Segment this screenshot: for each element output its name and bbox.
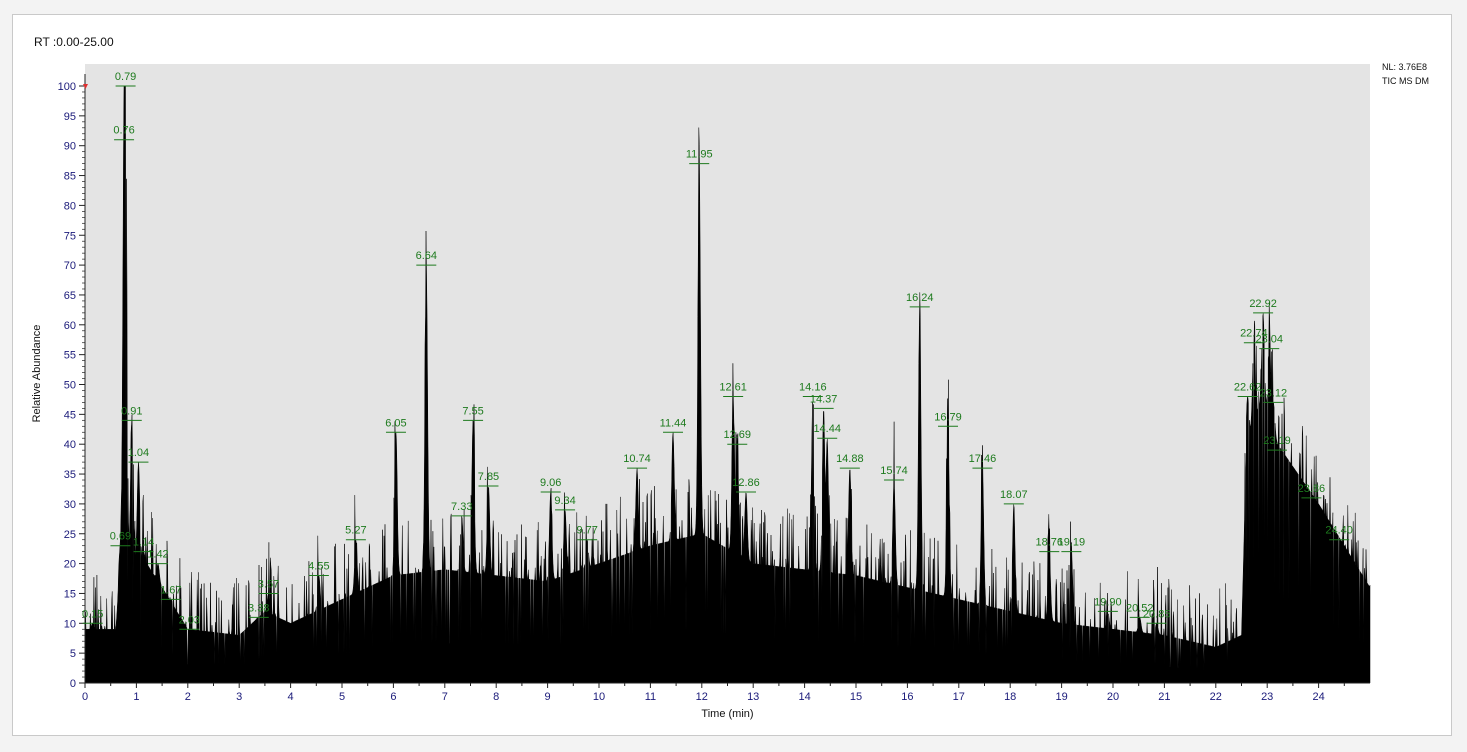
- x-tick-label: 6: [390, 691, 396, 703]
- y-tick-label: 100: [58, 81, 76, 93]
- peak-label: 1.67: [160, 584, 181, 596]
- y-tick-label: 90: [64, 141, 76, 153]
- x-tick-label: 12: [696, 691, 708, 703]
- peak-label: 16.79: [934, 411, 962, 423]
- peak-label: 23.12: [1260, 387, 1288, 399]
- y-tick-label: 70: [64, 260, 76, 272]
- y-tick-label: 50: [64, 380, 76, 392]
- chromatogram-chart: 0 1 2 3 4 5 6 7 8 9 10 11 12 13 14 15 16 17 18 19 20 21 22 23 24…: [31, 64, 1371, 720]
- x-tick-label: 23: [1261, 691, 1273, 703]
- y-tick-label: 30: [64, 499, 76, 511]
- peak-label: 4.55: [308, 561, 329, 573]
- x-tick-label: 11: [645, 691, 656, 703]
- x-tick-label: 19: [1055, 691, 1067, 703]
- peak-label: 12.69: [724, 429, 752, 441]
- x-tick-label: 24: [1312, 691, 1324, 703]
- y-tick-label: 65: [64, 290, 76, 302]
- peak-label: 17.46: [969, 453, 997, 465]
- peak-label: 5.27: [345, 525, 366, 537]
- x-axis-title: Time (min): [701, 708, 753, 720]
- y-tick-label: 95: [64, 111, 76, 123]
- x-tick-label: 0: [82, 691, 88, 703]
- peak-label: 2.03: [179, 614, 200, 626]
- peak-label: 24.40: [1325, 525, 1353, 537]
- peak-label: 22.62: [1234, 381, 1262, 393]
- y-tick-label: 25: [64, 529, 76, 541]
- peak-label: 6.05: [385, 417, 406, 429]
- peak-label: 11.44: [660, 417, 687, 429]
- peak-label: 16.24: [906, 292, 934, 304]
- peak-label: 18.07: [1000, 489, 1028, 501]
- x-tick-label: 5: [339, 691, 345, 703]
- peak-label: 12.86: [732, 477, 760, 489]
- x-tick-label: 17: [953, 691, 965, 703]
- x-tick-label: 20: [1107, 691, 1119, 703]
- x-tick-label: 3: [236, 691, 242, 703]
- x-tick-label: 21: [1158, 691, 1170, 703]
- peak-label: 14.88: [836, 453, 864, 465]
- peak-label: 0.91: [121, 405, 142, 417]
- y-tick-label: 10: [64, 618, 76, 630]
- y-tick-label: 45: [64, 409, 76, 421]
- x-tick-label: 8: [493, 691, 499, 703]
- peak-label: 15.74: [880, 465, 908, 477]
- peak-label: 9.34: [554, 495, 575, 507]
- x-tick-label: 16: [901, 691, 913, 703]
- peak-label: 12.61: [719, 381, 747, 393]
- y-tick-label: 15: [64, 588, 76, 600]
- peak-label: 9.77: [576, 525, 597, 537]
- peak-label: 10.74: [623, 453, 651, 465]
- peak-label: 7.55: [462, 405, 483, 417]
- peak-label: 14.37: [810, 393, 838, 405]
- x-tick-label: 10: [593, 691, 605, 703]
- peak-label: 14.16: [799, 381, 827, 393]
- peak-label: 1.04: [128, 447, 149, 459]
- peak-label: 1.14: [133, 537, 154, 549]
- peak-label: 0.69: [110, 531, 131, 543]
- peak-label: 7.33: [451, 501, 472, 513]
- y-tick-label: 60: [64, 320, 76, 332]
- y-tick-label: 35: [64, 469, 76, 481]
- y-tick-label: 75: [64, 230, 76, 242]
- y-axis-title: Relative Abundance: [31, 325, 43, 423]
- peak-label: 11.95: [686, 149, 713, 161]
- peak-label: 9.06: [540, 477, 561, 489]
- peak-label: 1.42: [147, 549, 168, 561]
- x-tick-label: 2: [185, 691, 191, 703]
- y-tick-label: 20: [64, 559, 76, 571]
- x-tick-label: 1: [133, 691, 139, 703]
- y-tick-label: 55: [64, 350, 76, 362]
- y-tick-label: 85: [64, 171, 76, 183]
- peak-label: 20.85: [1143, 608, 1171, 620]
- peak-label: 22.92: [1249, 298, 1277, 310]
- x-tick-label: 7: [442, 691, 448, 703]
- x-tick-label: 22: [1210, 691, 1222, 703]
- x-tick-label: 13: [747, 691, 759, 703]
- peak-label: 14.44: [813, 423, 841, 435]
- x-tick-label: 18: [1004, 691, 1016, 703]
- peak-label: 7.85: [478, 471, 499, 483]
- peak-label: 0.15: [82, 608, 103, 620]
- x-tick-label: 9: [545, 691, 551, 703]
- y-tick-label: 5: [70, 648, 76, 660]
- peak-label: 23.04: [1255, 334, 1283, 346]
- peak-label: 19.19: [1058, 537, 1086, 549]
- peak-label: 23.19: [1263, 435, 1291, 447]
- peak-label: 6.64: [416, 250, 437, 262]
- peak-label: 23.86: [1298, 483, 1326, 495]
- y-tick-label: 80: [64, 200, 76, 212]
- y-tick-label: 40: [64, 439, 76, 451]
- peak-label: 0.76: [113, 125, 134, 137]
- y-tick-label: 0: [70, 678, 76, 690]
- x-tick-label: 14: [798, 691, 810, 703]
- x-tick-label: 15: [850, 691, 862, 703]
- peak-label: 3.57: [258, 578, 279, 590]
- peak-label: 0.79: [115, 71, 136, 83]
- peak-label: 19.90: [1094, 596, 1122, 608]
- x-tick-label: 4: [288, 691, 294, 703]
- peak-label: 3.38: [248, 602, 269, 614]
